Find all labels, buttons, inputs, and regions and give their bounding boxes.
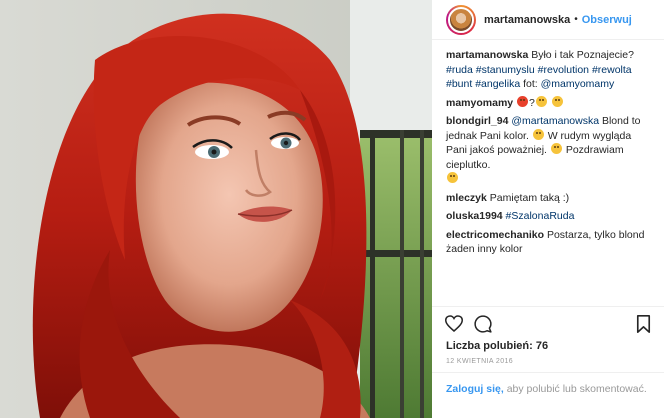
hashtag[interactable]: #rewolta — [592, 64, 632, 76]
comment-user[interactable]: electricomechaniko — [446, 229, 544, 241]
post-sidebar: martamanowska • Obserwuj martamanowska B… — [432, 0, 664, 418]
hashtag[interactable]: #stanumyslu — [476, 64, 535, 76]
comment-user[interactable]: mleczyk — [446, 192, 487, 204]
action-bar — [432, 306, 664, 338]
caption: martamanowska Było i tak Poznajecie? #ru… — [446, 48, 652, 92]
post-photo[interactable] — [0, 0, 432, 418]
comment-user[interactable]: martamanowska — [446, 49, 528, 61]
sunglasses-emoji-icon — [535, 95, 547, 107]
hashtag[interactable]: #revolution — [538, 64, 589, 76]
comment: blondgirl_94 @martamanowska Blond to jed… — [446, 114, 652, 187]
blush-emoji-icon — [447, 172, 458, 183]
devil-emoji-icon — [517, 95, 529, 107]
heart-icon[interactable] — [445, 315, 463, 332]
login-text: aby polubić lub skomentować. — [506, 383, 647, 395]
comment: mamyomamy ? — [446, 95, 652, 111]
header-separator: • — [574, 14, 578, 25]
credit-prefix: fot: — [523, 78, 538, 90]
cool-emoji-icon — [532, 128, 544, 140]
comment-user[interactable]: oluska1994 — [446, 210, 503, 222]
likes-count[interactable]: Liczba polubień: 76 — [446, 340, 548, 352]
hashtag[interactable]: #SzalonaRuda — [506, 210, 575, 222]
comment-text: Pamiętam taką :) — [489, 191, 570, 204]
mention[interactable]: @martamanowska — [511, 115, 599, 127]
avatar[interactable] — [446, 4, 476, 35]
post-header: martamanowska • Obserwuj — [432, 0, 664, 40]
comment-icon[interactable] — [474, 315, 492, 333]
comment: mleczyk Pamiętam taką :) — [446, 191, 652, 206]
comments-list: martamanowska Było i tak Poznajecie? #ru… — [432, 48, 664, 261]
hashtag[interactable]: #bunt — [446, 78, 472, 90]
login-prompt: Zaloguj się, aby polubić lub skomentować… — [432, 372, 664, 418]
bookmark-icon[interactable] — [636, 315, 651, 333]
comment-user[interactable]: blondgirl_94 — [446, 115, 508, 127]
post-date: 12 KWIETNIA 2016 — [446, 358, 514, 365]
comment: oluska1994 #SzalonaRuda — [446, 209, 652, 224]
comment-text: Było i tak Poznajecie? — [531, 49, 634, 61]
avatar-photo — [448, 6, 474, 33]
wink-emoji-icon — [550, 143, 562, 154]
emoji-question: ? — [529, 96, 535, 109]
header-username[interactable]: martamanowska — [484, 14, 570, 26]
mention[interactable]: @mamyomamy — [541, 78, 615, 90]
comment-user[interactable]: mamyomamy — [446, 97, 513, 109]
comment: electricomechaniko Postarza, tylko blond… — [446, 228, 652, 257]
portrait-image — [0, 0, 432, 418]
login-link[interactable]: Zaloguj się, — [446, 383, 504, 395]
follow-button[interactable]: Obserwuj — [582, 14, 632, 26]
smile-emoji-icon — [551, 95, 563, 107]
instagram-post: martamanowska • Obserwuj martamanowska B… — [0, 0, 664, 418]
hashtag[interactable]: #ruda — [446, 64, 473, 76]
hashtag[interactable]: #angelika — [475, 78, 520, 90]
